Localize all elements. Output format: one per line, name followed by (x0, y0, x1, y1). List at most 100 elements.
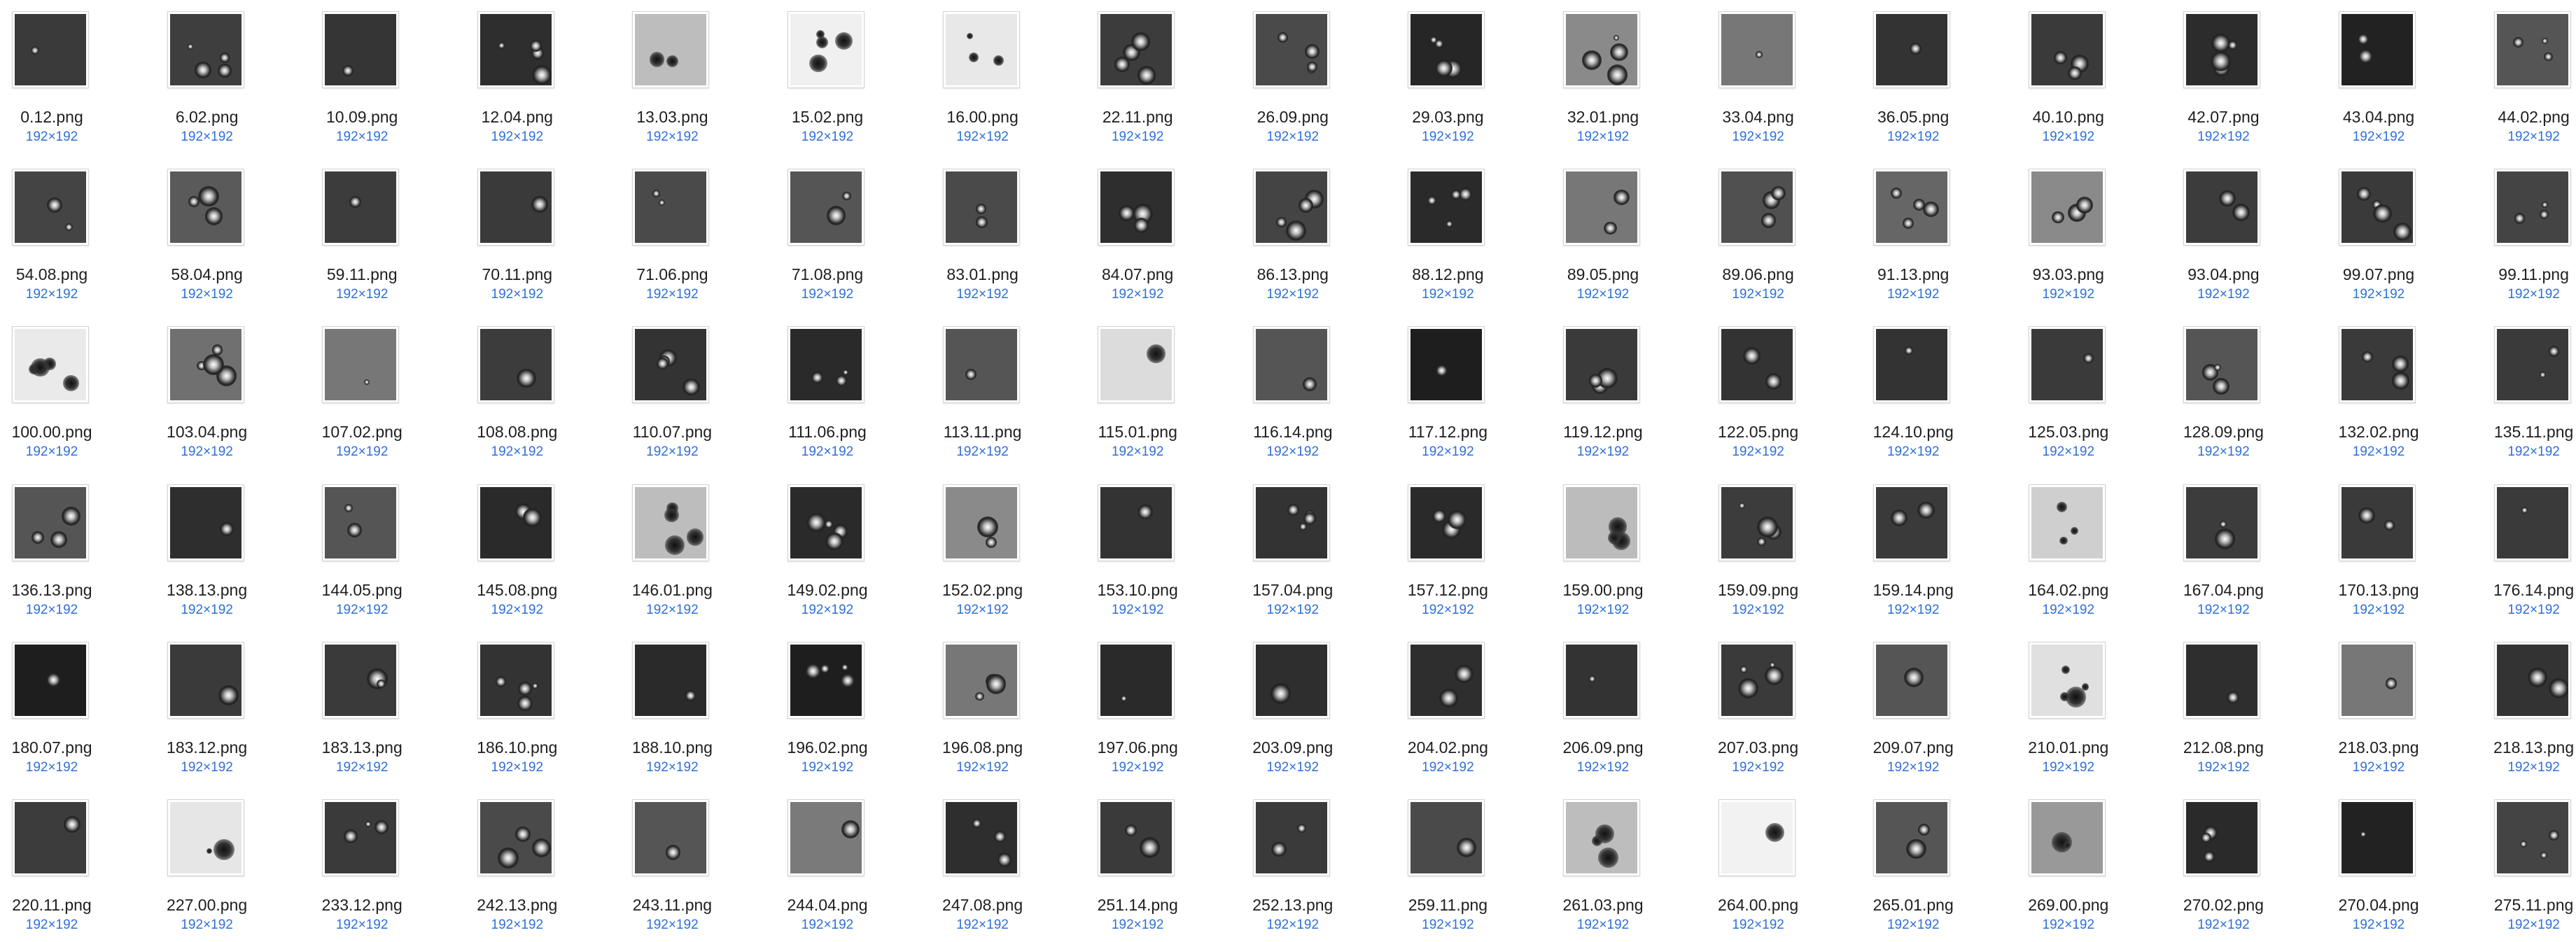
file-thumbnail[interactable] (167, 169, 244, 246)
file-thumbnail[interactable] (167, 484, 244, 561)
file-thumbnail[interactable] (167, 11, 244, 88)
file-thumbnail[interactable] (1252, 11, 1330, 88)
file-thumbnail[interactable] (167, 326, 244, 404)
file-thumbnail[interactable] (1563, 799, 1640, 876)
file-thumbnail[interactable] (942, 484, 1020, 561)
file-thumbnail[interactable] (2493, 11, 2571, 88)
file-item[interactable]: 243.11.png 192×192 (602, 788, 742, 942)
file-thumbnail[interactable] (12, 326, 89, 404)
file-thumbnail[interactable] (1098, 641, 1175, 719)
file-item[interactable]: 58.04.png 192×192 (137, 157, 277, 311)
file-thumbnail[interactable] (2028, 11, 2106, 88)
file-thumbnail[interactable] (1563, 11, 1640, 88)
file-item[interactable]: 252.13.png 192×192 (1223, 788, 1363, 942)
file-thumbnail[interactable] (942, 799, 1020, 876)
file-item[interactable]: 43.04.png 192×192 (2309, 0, 2449, 154)
file-thumbnail[interactable] (1252, 169, 1330, 246)
file-thumbnail[interactable] (322, 484, 400, 561)
file-item[interactable]: 251.14.png 192×192 (1068, 788, 1208, 942)
file-item[interactable]: 132.02.png 192×192 (2309, 315, 2449, 469)
file-item[interactable]: 186.10.png 192×192 (447, 631, 587, 785)
file-item[interactable]: 100.00.png 192×192 (0, 315, 122, 469)
file-item[interactable]: 10.09.png 192×192 (292, 0, 432, 154)
file-item[interactable]: 128.09.png 192×192 (2153, 315, 2293, 469)
file-thumbnail[interactable] (1873, 641, 1951, 719)
file-item[interactable]: 242.13.png 192×192 (447, 788, 587, 942)
file-thumbnail[interactable] (2493, 326, 2571, 404)
file-item[interactable]: 207.03.png 192×192 (1688, 631, 1828, 785)
file-thumbnail[interactable] (2183, 326, 2261, 404)
file-item[interactable]: 196.02.png 192×192 (757, 631, 897, 785)
file-item[interactable]: 149.02.png 192×192 (757, 473, 897, 627)
file-item[interactable]: 93.04.png 192×192 (2153, 157, 2293, 311)
file-thumbnail[interactable] (942, 641, 1020, 719)
file-thumbnail[interactable] (167, 799, 244, 876)
file-item[interactable]: 0.12.png 192×192 (0, 0, 122, 154)
file-item[interactable]: 32.01.png 192×192 (1533, 0, 1673, 154)
file-thumbnail[interactable] (477, 326, 554, 404)
file-item[interactable]: 108.08.png 192×192 (447, 315, 587, 469)
file-thumbnail[interactable] (12, 641, 89, 719)
file-item[interactable]: 22.11.png 192×192 (1068, 0, 1208, 154)
file-item[interactable]: 144.05.png 192×192 (292, 473, 432, 627)
file-thumbnail[interactable] (12, 169, 89, 246)
file-thumbnail[interactable] (167, 641, 244, 719)
file-thumbnail[interactable] (2028, 484, 2106, 561)
file-item[interactable]: 210.01.png 192×192 (1998, 631, 2138, 785)
file-thumbnail[interactable] (788, 11, 864, 88)
file-thumbnail[interactable] (2493, 484, 2571, 561)
file-item[interactable]: 159.09.png 192×192 (1688, 473, 1828, 627)
file-item[interactable]: 117.12.png 192×192 (1378, 315, 1518, 469)
file-item[interactable]: 89.05.png 192×192 (1533, 157, 1673, 311)
file-thumbnail[interactable] (1718, 484, 1795, 561)
file-item[interactable]: 59.11.png 192×192 (292, 157, 432, 311)
file-thumbnail[interactable] (1718, 11, 1795, 88)
file-thumbnail[interactable] (632, 169, 710, 246)
file-thumbnail[interactable] (322, 326, 400, 404)
file-item[interactable]: 110.07.png 192×192 (602, 315, 742, 469)
file-item[interactable]: 91.13.png 192×192 (1843, 157, 1983, 311)
file-item[interactable]: 218.13.png 192×192 (2464, 631, 2576, 785)
file-item[interactable]: 269.00.png 192×192 (1998, 788, 2138, 942)
file-thumbnail[interactable] (1252, 799, 1330, 876)
file-thumbnail[interactable] (12, 11, 89, 88)
file-item[interactable]: 196.08.png 192×192 (913, 631, 1053, 785)
file-thumbnail[interactable] (942, 326, 1020, 404)
file-thumbnail[interactable] (1563, 169, 1640, 246)
file-thumbnail[interactable] (1408, 484, 1485, 561)
file-item[interactable]: 6.02.png 192×192 (137, 0, 277, 154)
file-item[interactable]: 157.04.png 192×192 (1223, 473, 1363, 627)
file-item[interactable]: 113.11.png 192×192 (913, 315, 1053, 469)
file-item[interactable]: 270.02.png 192×192 (2153, 788, 2293, 942)
file-thumbnail[interactable] (2028, 326, 2106, 404)
file-thumbnail[interactable] (1408, 641, 1485, 719)
file-thumbnail[interactable] (2339, 484, 2416, 561)
file-item[interactable]: 164.02.png 192×192 (1998, 473, 2138, 627)
file-thumbnail[interactable] (1408, 169, 1485, 246)
file-thumbnail[interactable] (2493, 641, 2571, 719)
file-item[interactable]: 188.10.png 192×192 (602, 631, 742, 785)
file-thumbnail[interactable] (1408, 326, 1485, 404)
file-item[interactable]: 183.12.png 192×192 (137, 631, 277, 785)
file-item[interactable]: 135.11.png 192×192 (2464, 315, 2576, 469)
file-thumbnail[interactable] (322, 641, 400, 719)
file-item[interactable]: 89.06.png 192×192 (1688, 157, 1828, 311)
file-item[interactable]: 146.01.png 192×192 (602, 473, 742, 627)
file-item[interactable]: 86.13.png 192×192 (1223, 157, 1363, 311)
file-item[interactable]: 29.03.png 192×192 (1378, 0, 1518, 154)
file-item[interactable]: 54.08.png 192×192 (0, 157, 122, 311)
file-item[interactable]: 107.02.png 192×192 (292, 315, 432, 469)
file-thumbnail[interactable] (322, 799, 400, 876)
file-item[interactable]: 157.12.png 192×192 (1378, 473, 1518, 627)
file-item[interactable]: 15.02.png 192×192 (757, 0, 897, 154)
file-thumbnail[interactable] (1252, 484, 1330, 561)
file-thumbnail[interactable] (2183, 799, 2261, 876)
file-item[interactable]: 180.07.png 192×192 (0, 631, 122, 785)
file-thumbnail[interactable] (1563, 326, 1640, 404)
file-item[interactable]: 71.06.png 192×192 (602, 157, 742, 311)
file-item[interactable]: 275.11.png 192×192 (2464, 788, 2576, 942)
file-thumbnail[interactable] (1718, 799, 1795, 876)
file-thumbnail[interactable] (1408, 11, 1485, 88)
file-item[interactable]: 197.06.png 192×192 (1068, 631, 1208, 785)
file-item[interactable]: 220.11.png 192×192 (0, 788, 122, 942)
